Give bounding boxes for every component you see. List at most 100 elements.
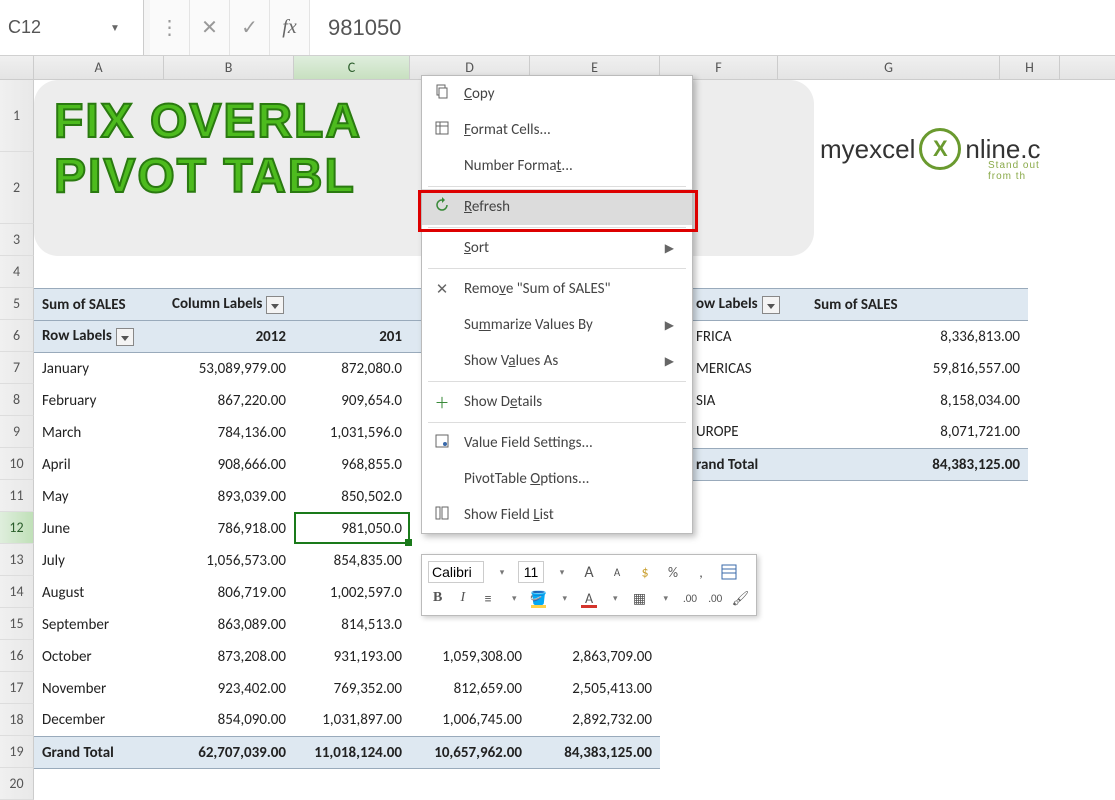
column-header-B[interactable]: B <box>164 56 294 79</box>
row-header-16[interactable]: 16 <box>0 640 34 672</box>
ctx-copy[interactable]: Copy <box>422 76 692 112</box>
submenu-arrow-icon: ▶ <box>665 354 674 369</box>
field-list-icon <box>432 505 452 526</box>
row-labels-filter-icon[interactable] <box>116 328 134 346</box>
grand-total-row[interactable]: rand Total84,383,125.00 <box>688 449 1028 481</box>
ctx-separator <box>428 381 686 382</box>
fx-icon[interactable]: fx <box>270 0 310 55</box>
align-icon[interactable]: ≡ <box>478 587 497 609</box>
remove-icon: ✕ <box>432 280 452 299</box>
ctx-sort[interactable]: Sort▶ <box>422 230 692 266</box>
fill-color-icon[interactable]: 🪣 <box>529 587 548 609</box>
bold-icon[interactable]: B <box>428 587 447 609</box>
comma-format-icon[interactable]: , <box>690 561 712 583</box>
italic-icon[interactable]: I <box>453 587 472 609</box>
row-header-12[interactable]: 12 <box>0 512 34 544</box>
row-header-8[interactable]: 8 <box>0 384 34 416</box>
ctx-show-values-as[interactable]: Show Values As▶ <box>422 343 692 379</box>
row-header-6[interactable]: 6 <box>0 320 34 352</box>
grand-total-row[interactable]: Grand Total62,707,039.0011,018,124.0010,… <box>34 737 660 769</box>
name-box-container[interactable]: ▼ <box>0 0 144 55</box>
logo-text-1: myexcel <box>820 134 915 165</box>
align-dropdown-icon[interactable] <box>504 587 523 609</box>
ctx-number-format[interactable]: Number Format... <box>422 148 692 184</box>
enter-formula-icon[interactable]: ✓ <box>230 0 270 55</box>
column-header-G[interactable]: G <box>778 56 1000 79</box>
column-header-H[interactable]: H <box>1000 56 1060 79</box>
row-header-15[interactable]: 15 <box>0 608 34 640</box>
row-header-5[interactable]: 5 <box>0 288 34 320</box>
ctx-remove[interactable]: ✕ Remove "Sum of SALES" <box>422 271 692 307</box>
submenu-arrow-icon: ▶ <box>665 318 674 333</box>
row-header-7[interactable]: 7 <box>0 352 34 384</box>
mini-size-dropdown-icon[interactable] <box>550 561 572 583</box>
ctx-summarize[interactable]: Summarize Values By▶ <box>422 307 692 343</box>
table-row[interactable]: UROPE8,071,721.00 <box>688 417 1028 449</box>
row-header-18[interactable]: 18 <box>0 704 34 736</box>
fill-color-dropdown-icon[interactable] <box>554 587 573 609</box>
column-header-A[interactable]: A <box>34 56 164 79</box>
row-header-20[interactable]: 20 <box>0 768 34 800</box>
logo: myexcel X nline.c Stand out from th <box>820 128 1041 170</box>
row-header-19[interactable]: 19 <box>0 736 34 768</box>
row-header-17[interactable]: 17 <box>0 672 34 704</box>
table-row[interactable]: December854,090.001,031,897.001,006,745.… <box>34 705 660 737</box>
row-header-3[interactable]: 3 <box>0 224 34 256</box>
ctx-show-details[interactable]: ＋ Show Details <box>422 384 692 420</box>
row-header-14[interactable]: 14 <box>0 576 34 608</box>
table-format-icon[interactable] <box>718 561 740 583</box>
format-painter-icon[interactable]: 🖌 <box>731 587 750 609</box>
ctx-value-field-settings[interactable]: Value Field Settings... <box>422 425 692 461</box>
select-all-corner[interactable] <box>0 56 34 80</box>
increase-font-icon[interactable]: A <box>578 561 600 583</box>
ctx-format-cells[interactable]: Format Cells... <box>422 112 692 148</box>
row-header-10[interactable]: 10 <box>0 448 34 480</box>
borders-icon[interactable]: ▦ <box>630 587 649 609</box>
row-header-11[interactable]: 11 <box>0 480 34 512</box>
row-header-9[interactable]: 9 <box>0 416 34 448</box>
mini-font-size[interactable] <box>518 561 544 583</box>
ctx-refresh[interactable]: Refresh <box>422 189 692 225</box>
logo-sub: Stand out from th <box>988 160 1041 182</box>
font-color-icon[interactable]: A <box>579 587 598 609</box>
mini-font-name[interactable] <box>428 561 484 583</box>
table-row[interactable]: SIA8,158,034.00 <box>688 385 1028 417</box>
expand-formula-icon[interactable]: ⋮ <box>150 0 190 55</box>
mini-font-dropdown-icon[interactable] <box>490 561 512 583</box>
name-box-dropdown-icon[interactable]: ▼ <box>110 21 126 34</box>
percent-format-icon[interactable]: % <box>662 561 684 583</box>
refresh-icon <box>432 197 452 218</box>
row-header-2[interactable]: 2 <box>0 152 34 224</box>
pivot-table-2[interactable]: ow LabelsSum of SALESFRICA8,336,813.00ME… <box>688 288 1028 481</box>
table-row[interactable]: MERICAS59,816,557.00 <box>688 353 1028 385</box>
row-header-1[interactable]: 1 <box>0 80 34 152</box>
borders-dropdown-icon[interactable] <box>655 587 674 609</box>
show-details-icon: ＋ <box>432 392 452 413</box>
table-row[interactable]: November923,402.00769,352.00812,659.002,… <box>34 673 660 705</box>
row-header-4[interactable]: 4 <box>0 256 34 288</box>
cancel-formula-icon[interactable]: ✕ <box>190 0 230 55</box>
ctx-separator <box>428 268 686 269</box>
logo-icon: X <box>919 128 961 170</box>
decrease-font-icon[interactable]: A <box>606 561 628 583</box>
ctx-show-field-list[interactable]: Show Field List <box>422 497 692 533</box>
font-color-dropdown-icon[interactable] <box>605 587 624 609</box>
row-header-13[interactable]: 13 <box>0 544 34 576</box>
table-row[interactable]: FRICA8,336,813.00 <box>688 321 1028 353</box>
column-labels-filter-icon[interactable] <box>266 296 284 314</box>
ctx-separator <box>428 186 686 187</box>
ctx-separator <box>428 227 686 228</box>
column-header-C[interactable]: C <box>294 56 410 79</box>
row-labels-filter-icon[interactable] <box>762 296 780 314</box>
ctx-pivottable-options[interactable]: PivotTable Options... <box>422 461 692 497</box>
accounting-format-icon[interactable]: $ <box>634 561 656 583</box>
formula-bar: ▼ ⋮ ✕ ✓ fx <box>0 0 1115 56</box>
row-headers: 1234567891011121314151617181920 <box>0 80 34 800</box>
mini-toolbar: A A $ % , B I ≡ 🪣 A ▦ .00 .00 🖌 <box>421 554 757 616</box>
name-box[interactable] <box>0 13 110 42</box>
decrease-decimal-icon[interactable]: .00 <box>706 587 725 609</box>
table-row[interactable]: October873,208.00931,193.001,059,308.002… <box>34 641 660 673</box>
context-menu: Copy Format Cells... Number Format... Re… <box>421 75 693 534</box>
formula-input[interactable] <box>310 0 1115 55</box>
increase-decimal-icon[interactable]: .00 <box>680 587 699 609</box>
